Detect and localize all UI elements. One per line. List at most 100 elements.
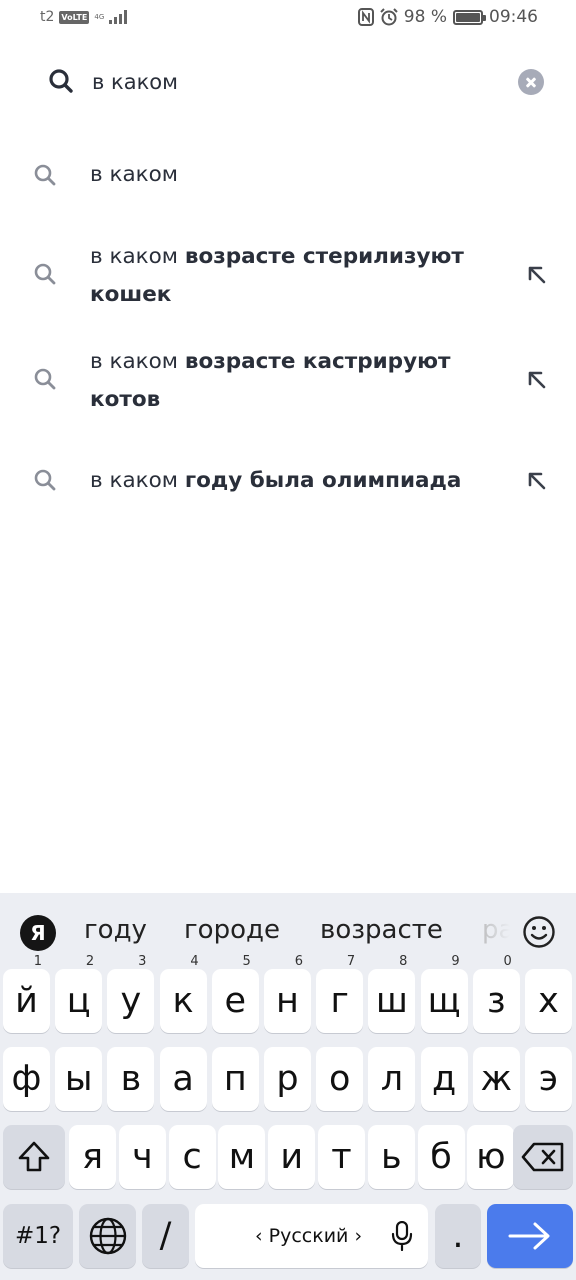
volte-badge: VoLTE [59, 10, 90, 24]
key-ы[interactable]: ы [55, 1047, 103, 1111]
fill-query-arrow-icon[interactable] [526, 264, 548, 286]
key-number-hint: 6 [294, 954, 303, 969]
word-suggestion[interactable]: возрасте [320, 915, 443, 945]
key-ф[interactable]: ф [3, 1047, 50, 1111]
suggestion-item[interactable]: в каком возрасте стерилизуют кошек [0, 238, 576, 318]
suggestion-item[interactable]: в каком году была олимпиада [0, 462, 576, 502]
key-я[interactable]: я [69, 1125, 116, 1189]
suggestion-item[interactable]: в каком [0, 156, 576, 196]
key-х[interactable]: х [525, 969, 572, 1033]
shift-icon [18, 1141, 50, 1172]
key-о[interactable]: о [316, 1047, 364, 1111]
clock: 09:46 [489, 7, 538, 27]
key-ж[interactable]: ж [472, 1047, 520, 1111]
search-icon [34, 469, 56, 491]
key-т[interactable]: т [318, 1125, 365, 1189]
key-д[interactable]: д [420, 1047, 468, 1111]
key-ь[interactable]: ь [367, 1125, 415, 1189]
arrow-right-icon [508, 1222, 550, 1250]
key-а[interactable]: а [159, 1047, 207, 1111]
key-э[interactable]: э [525, 1047, 572, 1111]
backspace-key[interactable] [513, 1125, 573, 1189]
language-label: ‹ Русский › [255, 1225, 363, 1247]
suggestion-item[interactable]: в каком возрасте кастрируют котов [0, 343, 576, 423]
key-label: м [228, 1137, 256, 1177]
key-р[interactable]: р [264, 1047, 311, 1111]
keyboard: Я году городе возрасте ра й1ц2у3к4е5н6г7… [0, 893, 576, 1280]
symbols-key[interactable]: #1? [3, 1204, 73, 1268]
space-key[interactable]: ‹ Русский › [195, 1204, 428, 1268]
search-bar [0, 52, 576, 112]
key-в[interactable]: в [107, 1047, 155, 1111]
suggestion-text: в каком возрасте кастрируют котов [90, 343, 495, 419]
key-л[interactable]: л [368, 1047, 416, 1111]
backspace-icon [521, 1142, 564, 1172]
key-number-hint: 0 [503, 954, 512, 969]
key-label: д [431, 1059, 457, 1099]
word-suggestion[interactable]: году [84, 915, 147, 945]
key-label: е [224, 981, 247, 1021]
period-key[interactable]: . [435, 1204, 481, 1268]
suggestion-text: в каком возрасте стерилизуют кошек [90, 238, 495, 314]
suggestion-plain: в каком [90, 162, 179, 187]
yandex-logo[interactable]: Я [20, 915, 56, 951]
alarm-icon [380, 8, 398, 26]
key-label: с [182, 1137, 202, 1177]
key-к[interactable]: к4 [159, 955, 207, 1033]
key-е[interactable]: е5 [211, 955, 259, 1033]
key-label: о [328, 1059, 351, 1099]
key-и[interactable]: и [268, 1125, 316, 1189]
microphone-icon[interactable] [391, 1221, 413, 1251]
key-м[interactable]: м [218, 1125, 266, 1189]
word-suggestion[interactable]: городе [184, 915, 280, 945]
slash-key[interactable]: / [142, 1204, 189, 1268]
key-label: з [486, 981, 506, 1021]
fill-query-arrow-icon[interactable] [526, 369, 548, 391]
key-ю[interactable]: ю [467, 1125, 515, 1189]
fill-query-arrow-icon[interactable] [526, 470, 548, 492]
key-г[interactable]: г7 [316, 955, 364, 1033]
key-й[interactable]: й1 [3, 955, 50, 1033]
enter-key[interactable] [487, 1204, 573, 1268]
key-number-hint: 7 [346, 954, 356, 969]
search-icon [34, 164, 56, 186]
key-label: к [172, 981, 194, 1021]
signal-icon [109, 10, 128, 24]
carrier-label: t2 [40, 9, 55, 25]
key-с[interactable]: с [168, 1125, 216, 1189]
key-label: ю [476, 1137, 506, 1177]
status-bar: t2 VoLTE 4G 98 % 09:46 [0, 0, 576, 38]
key-label: ь [380, 1137, 402, 1177]
key-щ[interactable]: щ9 [420, 955, 468, 1033]
key-ш[interactable]: ш8 [368, 955, 416, 1033]
key-label: п [223, 1059, 247, 1099]
key-у[interactable]: у3 [107, 955, 155, 1033]
battery-fill [456, 12, 480, 22]
key-number-hint: 8 [399, 954, 408, 969]
key-label: а [172, 1059, 194, 1099]
suggestion-plain: в каком [90, 468, 185, 493]
key-number-hint: 2 [85, 954, 95, 969]
key-ч[interactable]: ч [118, 1125, 166, 1189]
key-label: л [380, 1059, 404, 1099]
key-ц[interactable]: ц2 [55, 955, 103, 1033]
suggestion-fade [470, 903, 520, 958]
suggestion-bold: году была олимпиада [184, 468, 462, 493]
key-label: ж [480, 1059, 513, 1099]
search-icon [34, 263, 56, 285]
emoji-icon[interactable] [522, 915, 556, 949]
key-п[interactable]: п [211, 1047, 259, 1111]
clear-icon[interactable] [518, 69, 544, 95]
key-з[interactable]: з0 [472, 955, 520, 1033]
suggestion-text: в каком [90, 156, 495, 194]
key-н[interactable]: н6 [264, 955, 311, 1033]
globe-icon [89, 1217, 126, 1255]
language-switch-key[interactable] [79, 1204, 136, 1268]
key-label: н [276, 981, 299, 1021]
key-number-hint: 3 [138, 954, 147, 969]
network-type: 4G [94, 12, 105, 21]
shift-key[interactable] [3, 1125, 65, 1189]
search-input[interactable] [92, 64, 492, 100]
key-б[interactable]: б [417, 1125, 465, 1189]
key-number-hint: 5 [242, 954, 251, 969]
